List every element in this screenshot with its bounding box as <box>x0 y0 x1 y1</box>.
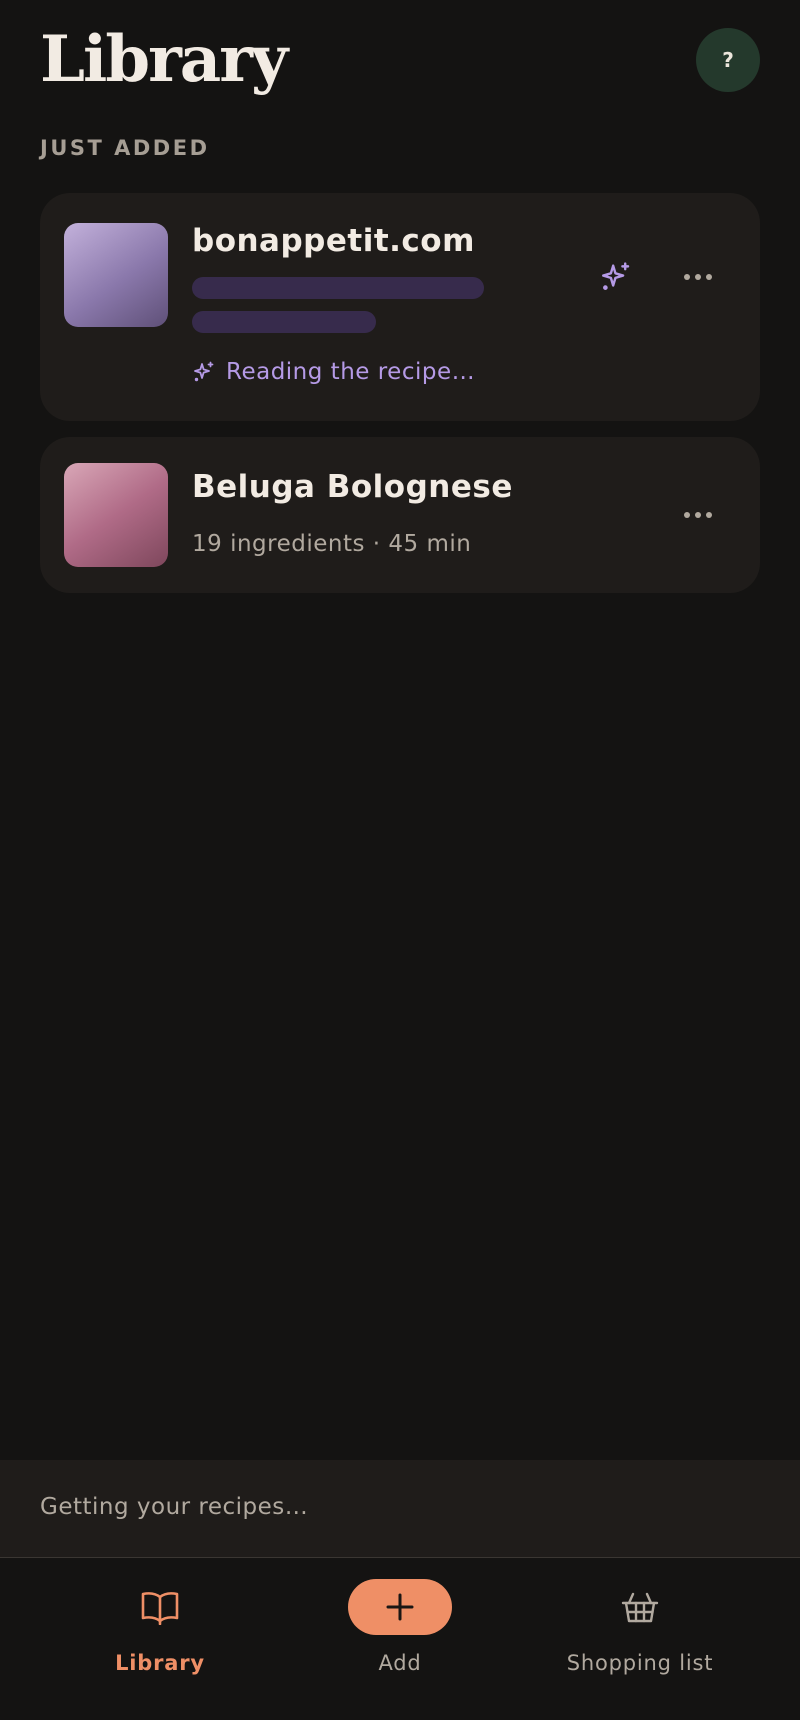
more-icon <box>684 512 712 518</box>
section-label-just-added: JUST ADDED <box>40 136 210 160</box>
ai-sparkle-button[interactable] <box>594 255 638 299</box>
sync-status-bar: Getting your recipes… <box>0 1460 800 1558</box>
more-options-button[interactable] <box>672 255 724 299</box>
import-status: Reading the recipe… <box>192 359 475 385</box>
recipe-title: Beluga Bolognese <box>192 469 513 505</box>
loading-skeleton-line <box>192 311 376 333</box>
recipe-thumbnail <box>64 463 168 567</box>
more-options-button[interactable] <box>672 493 724 537</box>
recipe-meta: 19 ingredients · 45 min <box>192 531 472 557</box>
recipe-card[interactable]: Beluga Bolognese 19 ingredients · 45 min <box>40 437 760 593</box>
help-button[interactable]: ? <box>696 28 760 92</box>
plus-icon <box>386 1593 414 1621</box>
nav-label-add: Add <box>378 1651 422 1675</box>
import-status-text: Reading the recipe… <box>226 359 476 385</box>
sparkle-icon <box>194 361 214 382</box>
nav-label-shopping-list: Shopping list <box>566 1651 714 1675</box>
loading-skeleton-line <box>192 277 484 299</box>
nav-label-library: Library <box>115 1651 205 1675</box>
nav-item-shopping-list[interactable]: Shopping list <box>507 1559 773 1720</box>
bottom-nav: Library Add Shopping list <box>0 1559 800 1720</box>
recipe-title: bonappetit.com <box>192 223 475 259</box>
more-icon <box>684 274 712 280</box>
library-screen: Library ? JUST ADDED bonappetit.com Read… <box>0 0 800 1720</box>
basket-icon <box>621 1592 659 1623</box>
recipe-card-importing[interactable]: bonappetit.com Reading the recipe… <box>40 193 760 421</box>
nav-item-add[interactable]: Add <box>267 1559 533 1720</box>
sparkle-icon <box>602 262 630 290</box>
page-title: Library <box>40 22 288 97</box>
book-icon <box>141 1592 179 1625</box>
nav-item-library[interactable]: Library <box>27 1559 293 1720</box>
recipe-thumbnail <box>64 223 168 327</box>
add-button[interactable] <box>348 1579 452 1635</box>
sync-status-text: Getting your recipes… <box>40 1494 309 1520</box>
